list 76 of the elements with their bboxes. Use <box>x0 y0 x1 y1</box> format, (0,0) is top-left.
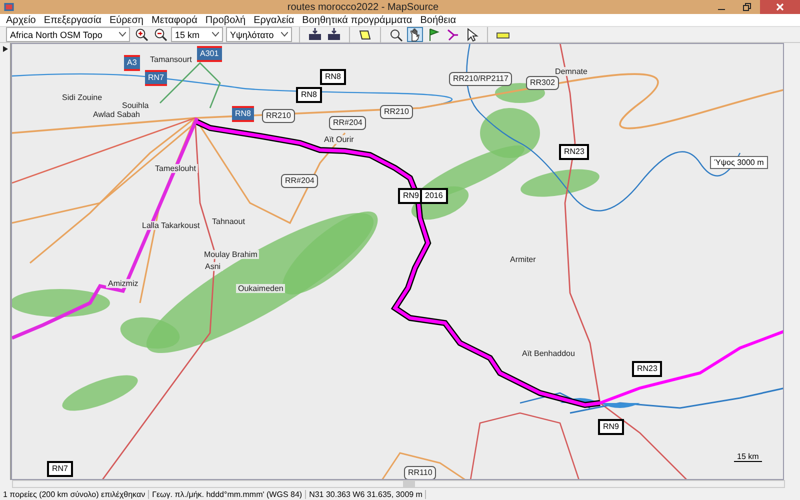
close-button[interactable] <box>760 0 800 14</box>
horizontal-scrollbar[interactable] <box>12 480 785 488</box>
road-shield: 2016 <box>420 188 448 204</box>
road-shield: A3 <box>124 55 140 71</box>
road-shield: RR#204 <box>281 174 318 188</box>
place-label: Asni <box>203 262 223 271</box>
road-shield: RN23 <box>559 144 590 160</box>
caret-icon <box>119 32 126 37</box>
place-label: Tameslouht <box>153 164 198 173</box>
zoom-in-icon <box>134 28 148 41</box>
detail-dropdown[interactable]: Υψηλότατο <box>226 27 292 42</box>
menu-item[interactable]: Βοήθεια <box>416 14 460 26</box>
place-label: Tamansourt <box>148 55 194 64</box>
place-label: Souihla <box>120 101 151 110</box>
app-icon <box>4 3 14 11</box>
menu-item[interactable]: Βοηθητικά προγράμματα <box>298 14 416 26</box>
scale-bar: 15 km <box>734 452 762 462</box>
zoom-level-dropdown[interactable]: 15 km <box>171 27 223 42</box>
status-text: N31 30.363 W6 31.635, 3009 m <box>306 490 426 498</box>
menu-item[interactable]: Εργαλεία <box>250 14 298 26</box>
place-label: Awlad Sabah <box>91 110 142 119</box>
zoom-in-button[interactable] <box>133 27 149 42</box>
close-icon <box>775 2 785 12</box>
place-label: Amizmiz <box>106 279 140 288</box>
menu-item[interactable]: Προβολή <box>201 14 250 26</box>
menu-item[interactable]: Αρχείο <box>2 14 40 26</box>
road-shield: RN8 <box>296 87 322 103</box>
road-shield: RR210/RP2117 <box>449 72 512 86</box>
minimize-icon <box>718 8 724 10</box>
tool-button[interactable] <box>388 27 404 42</box>
road-shield: RR110 <box>404 466 436 479</box>
window-title: routes morocco2022 - MapSource <box>286 2 440 12</box>
device-icon <box>327 28 341 41</box>
place-label: Moulay Brahim <box>202 250 260 259</box>
road-shield: RN8 <box>320 69 346 85</box>
flag-icon <box>427 28 441 42</box>
status-text: 1 πορείες (200 km σύνολο) επιλέχθηκαν <box>0 490 150 498</box>
road-shield: RR210 <box>380 105 413 119</box>
place-label: Aït Ourir <box>322 135 356 144</box>
place-label: Aït Benhaddou <box>520 349 577 358</box>
receive-button[interactable] <box>307 27 323 42</box>
road-shield: RN8 <box>232 106 254 122</box>
pointer-icon <box>465 28 479 42</box>
send-button[interactable] <box>326 27 342 42</box>
place-label: Lalla Takarkoust <box>140 221 202 230</box>
place-label: Tahnaout <box>210 217 247 226</box>
restore-icon <box>742 2 752 12</box>
road-shield: RN7 <box>47 461 74 477</box>
road-shield: RR210 <box>262 109 295 123</box>
place-label: Armiter <box>508 255 538 264</box>
road-shield: RN7 <box>145 70 168 86</box>
zoom-out-icon <box>154 28 166 41</box>
road-shield: RR#204 <box>329 116 366 130</box>
status-text: Γεωγ. πλ./μήκ. hddd°mm.mmm' (WGS 84) <box>149 490 306 498</box>
device-icon <box>308 28 322 41</box>
map-product-dropdown[interactable]: Africa North OSM Topo <box>6 27 130 42</box>
road-shield: RN23 <box>632 361 662 377</box>
caret-icon <box>212 32 219 37</box>
road-shield: RN9 <box>598 419 624 435</box>
menu-item[interactable]: Επεξεργασία <box>40 14 106 26</box>
expand-arrow-icon[interactable] <box>3 46 8 52</box>
elevation-tooltip: Ύψος 3000 m <box>710 156 768 169</box>
zoom-out-button[interactable] <box>152 27 168 42</box>
place-label: Oukaimeden <box>236 284 286 293</box>
tool-button[interactable] <box>407 27 423 42</box>
route-tool-icon <box>446 28 460 42</box>
menu-item[interactable]: Εύρεση <box>105 14 148 26</box>
place-label: Sidi Zouine <box>60 93 104 102</box>
caret-icon <box>281 32 288 37</box>
hand-icon <box>408 28 422 42</box>
tool-button[interactable] <box>445 27 461 42</box>
road-shield: A301 <box>197 46 222 62</box>
menu-item[interactable]: Μεταφορά <box>148 14 202 26</box>
road-shield: RR302 <box>526 76 559 90</box>
zoom-icon <box>389 28 403 42</box>
place-label: Demnate <box>553 67 590 76</box>
